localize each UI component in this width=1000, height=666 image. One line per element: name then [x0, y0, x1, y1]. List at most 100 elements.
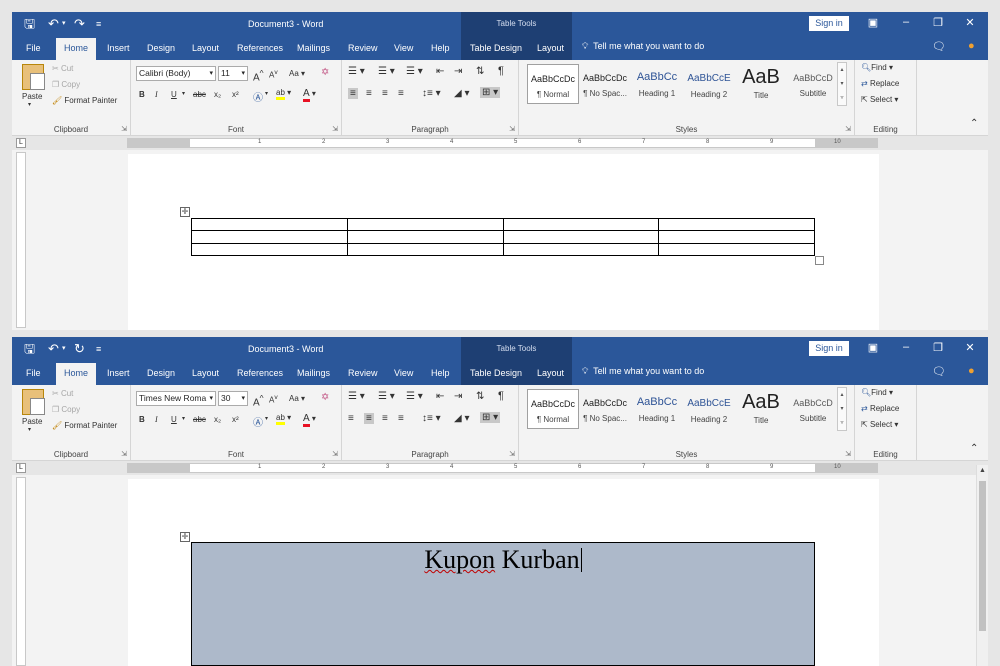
copy-button[interactable]: ❐ Copy	[52, 80, 80, 89]
customize-toolbar-icon[interactable]: ≡	[96, 16, 101, 32]
tab-layout[interactable]: Layout	[192, 366, 219, 380]
tab-file[interactable]: File	[26, 41, 41, 55]
grow-font-button[interactable]: A^	[253, 68, 264, 83]
justify-icon[interactable]: ≡	[398, 413, 404, 424]
vertical-scrollbar[interactable]: ▲	[976, 465, 988, 666]
ribbon-display-options-icon[interactable]: ▣	[863, 16, 883, 29]
replace-button[interactable]: ⇄ Replace	[861, 404, 899, 413]
restore-icon[interactable]: ❐	[928, 16, 948, 29]
tab-table-layout[interactable]: Layout	[537, 41, 564, 55]
bullets-icon[interactable]: ☰ ▾	[348, 391, 365, 402]
font-launcher-icon[interactable]: ⇲	[332, 125, 338, 133]
table-cell[interactable]	[346, 230, 504, 244]
font-color-button[interactable]: A ▾	[303, 413, 316, 427]
align-right-icon[interactable]: ≡	[382, 88, 388, 99]
bullets-icon[interactable]: ☰ ▾	[348, 66, 365, 77]
align-center-icon[interactable]: ≡	[364, 413, 374, 424]
scroll-up-icon[interactable]: ▲	[977, 465, 988, 477]
share-icon[interactable]: ●	[968, 365, 975, 377]
style-title[interactable]: AaB Title	[735, 389, 787, 429]
increase-indent-icon[interactable]: ⇥	[454, 66, 462, 77]
line-spacing-icon[interactable]: ↕≡ ▾	[422, 413, 441, 424]
style-subtitle[interactable]: AaBbCcD Subtitle	[787, 64, 839, 104]
misspelled-word[interactable]: Kupon	[424, 545, 495, 574]
shrink-font-button[interactable]: Av	[269, 394, 278, 405]
table-cell[interactable]	[346, 217, 504, 232]
minimize-icon[interactable]: –	[896, 16, 916, 28]
document-page[interactable]: ✛	[128, 154, 879, 330]
tab-insert[interactable]: Insert	[107, 366, 130, 380]
tab-help[interactable]: Help	[431, 366, 450, 380]
strikethrough-button[interactable]: abc	[193, 415, 206, 424]
cut-button[interactable]: ✂ Cut	[52, 389, 73, 398]
style-normal[interactable]: AaBbCcDc ¶ Normal	[527, 64, 579, 104]
share-icon[interactable]: ●	[968, 40, 975, 52]
tab-mailings[interactable]: Mailings	[297, 41, 330, 55]
style-no-spacing[interactable]: AaBbCcDc ¶ No Spac...	[579, 64, 631, 104]
paste-icon[interactable]	[22, 64, 45, 90]
table-resize-handle[interactable]	[815, 256, 824, 265]
paste-button[interactable]: Paste	[22, 92, 42, 101]
align-left-icon[interactable]: ≡	[348, 413, 354, 424]
paste-icon[interactable]	[22, 389, 45, 415]
tab-design[interactable]: Design	[147, 41, 175, 55]
text-effects-dropdown-icon[interactable]: ▾	[265, 90, 268, 97]
table-move-handle-icon[interactable]: ✛	[180, 207, 190, 217]
sort-icon[interactable]: ⇅	[476, 66, 484, 77]
underline-dropdown-icon[interactable]: ▾	[182, 415, 185, 422]
tell-me-search[interactable]: 💡︎ Tell me what you want to do	[582, 41, 704, 52]
sign-in-button[interactable]: Sign in	[809, 16, 849, 31]
tab-table-design[interactable]: Table Design	[470, 41, 522, 55]
save-icon[interactable]: 🖫	[24, 341, 35, 357]
styles-gallery-scroll[interactable]: ▴ ▾ ▿	[837, 387, 847, 431]
line-spacing-icon[interactable]: ↕≡ ▾	[422, 88, 441, 99]
scroll-thumb[interactable]	[979, 481, 986, 631]
paste-dropdown-icon[interactable]: ▾	[28, 426, 31, 433]
decrease-indent-icon[interactable]: ⇤	[436, 66, 444, 77]
replace-button[interactable]: ⇄ Replace	[861, 79, 899, 88]
change-case-button[interactable]: Aa ▾	[289, 394, 305, 403]
styles-launcher-icon[interactable]: ⇲	[845, 125, 851, 133]
repeat-icon[interactable]: ↻	[74, 341, 85, 357]
tab-home[interactable]: Home	[56, 38, 97, 60]
shaded-table-cell[interactable]: Kupon Kurban	[191, 542, 815, 666]
align-center-icon[interactable]: ≡	[366, 88, 372, 99]
decrease-indent-icon[interactable]: ⇤	[436, 391, 444, 402]
highlight-color-button[interactable]: ab ▾	[276, 88, 291, 100]
paragraph-launcher-icon[interactable]: ⇲	[509, 450, 515, 458]
table-move-handle-icon[interactable]: ✛	[180, 532, 190, 542]
font-launcher-icon[interactable]: ⇲	[332, 450, 338, 458]
show-formatting-icon[interactable]: ¶	[498, 390, 504, 402]
styles-gallery-scroll[interactable]: ▴ ▾ ▿	[837, 62, 847, 106]
grow-font-button[interactable]: A^	[253, 393, 264, 408]
text-effects-icon[interactable]: Ⓐ	[253, 89, 263, 104]
align-left-icon[interactable]: ≡	[348, 88, 358, 99]
style-heading-2[interactable]: AaBbCcE Heading 2	[683, 64, 735, 104]
tab-selector[interactable]: L	[16, 463, 26, 473]
paragraph-launcher-icon[interactable]: ⇲	[509, 125, 515, 133]
underline-dropdown-icon[interactable]: ▾	[182, 90, 185, 97]
underline-button[interactable]: U	[171, 90, 177, 99]
numbering-icon[interactable]: ☰ ▾	[378, 66, 395, 77]
redo-icon[interactable]: ↷	[74, 16, 85, 32]
shading-icon[interactable]: ◢ ▾	[454, 88, 470, 99]
comments-icon[interactable]: 🗨︎	[932, 40, 946, 53]
tell-me-search[interactable]: 💡︎ Tell me what you want to do	[582, 366, 704, 377]
close-icon[interactable]: ✕	[960, 341, 980, 354]
sort-icon[interactable]: ⇅	[476, 391, 484, 402]
clear-formatting-icon[interactable]: ✡	[321, 392, 329, 403]
tab-layout[interactable]: Layout	[192, 41, 219, 55]
tab-mailings[interactable]: Mailings	[297, 366, 330, 380]
table-cell[interactable]	[658, 230, 815, 244]
style-heading-1[interactable]: AaBbCc Heading 1	[631, 389, 683, 429]
format-painter-button[interactable]: 🖌︎ Format Painter	[52, 421, 117, 430]
paste-button[interactable]: Paste	[22, 417, 42, 426]
table-cell[interactable]	[502, 230, 660, 244]
tab-home[interactable]: Home	[56, 363, 97, 385]
tab-table-design[interactable]: Table Design	[470, 366, 522, 380]
undo-icon[interactable]: ↶	[48, 341, 59, 357]
highlight-color-button[interactable]: ab ▾	[276, 413, 291, 425]
underline-button[interactable]: U	[171, 415, 177, 424]
undo-icon[interactable]: ↶	[48, 16, 59, 32]
cut-button[interactable]: ✂ Cut	[52, 64, 73, 73]
